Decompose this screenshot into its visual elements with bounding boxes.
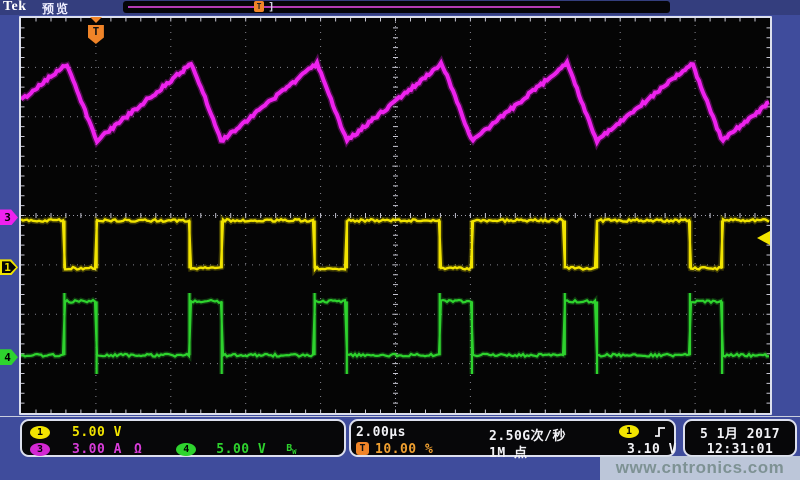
trigger-level-arrow-icon[interactable]: [757, 231, 770, 245]
bandwidth-limit-icon: BW: [286, 443, 296, 456]
trigger-slope-rising-icon: [653, 425, 667, 439]
channel1-scale: 5.00 V: [72, 425, 122, 440]
channel3-badge[interactable]: 3: [30, 443, 50, 456]
channel4-ground-marker[interactable]: 4: [0, 349, 18, 365]
channel3-ground-marker[interactable]: 3: [0, 209, 18, 225]
trigger-level-readout: 3.10 V: [627, 442, 677, 457]
acquisition-trigger-position-icon[interactable]: T: [254, 1, 264, 12]
waveform-plot: [21, 18, 770, 413]
header-bar: Tek 预览 T ]: [0, 0, 800, 15]
channel1-badge[interactable]: 1: [30, 426, 50, 439]
watermark-text: www.cntronics.com: [616, 458, 784, 478]
tek-logo: Tek: [3, 0, 27, 15]
acquisition-mode-label: 预览: [42, 0, 70, 17]
record-length-readout: 1M 点: [489, 442, 527, 461]
graticule: [19, 16, 772, 415]
channel1-marker-label: 1: [0, 260, 15, 274]
time-readout: 12:31:01: [707, 442, 774, 457]
trigger-source-badge[interactable]: 1: [619, 425, 639, 438]
channel4-marker-label: 4: [0, 350, 15, 364]
horizontal-position-icon: T: [356, 442, 369, 455]
watermark-band: www.cntronics.com: [600, 456, 800, 480]
trigger-position-caret-icon: [90, 17, 102, 23]
channel3-scale: 3.00 A: [72, 442, 122, 457]
channel-readout-box: 1 5.00 V 3 3.00 A Ω 4 5.00 V BW: [20, 419, 346, 457]
horizontal-trigger-readout-box: 2.00μs 2.50G次/秒 1 T 10.00 % 1M 点 3.10 V: [349, 419, 676, 457]
trigger-position-flag[interactable]: T: [88, 17, 104, 44]
channel3-marker-label: 3: [0, 210, 15, 224]
trigger-flag-icon: T: [88, 25, 104, 44]
acquisition-waveform-line: [128, 6, 560, 8]
horizontal-position-readout: 10.00 %: [375, 442, 433, 457]
channel3-coupling: Ω: [134, 442, 142, 457]
channel1-ground-marker[interactable]: 1: [0, 259, 18, 275]
timebase-readout: 2.00μs: [356, 425, 406, 440]
graticule-bottom-rule: [0, 416, 800, 417]
acquisition-preview-bar[interactable]: T ]: [123, 1, 670, 13]
acquisition-window-bracket: ]: [268, 0, 275, 13]
channel4-scale: 5.00 V: [216, 442, 266, 457]
channel4-badge[interactable]: 4: [176, 443, 196, 456]
datetime-box: 5 1月 2017 12:31:01: [683, 419, 797, 457]
date-readout: 5 1月 2017: [700, 423, 780, 442]
